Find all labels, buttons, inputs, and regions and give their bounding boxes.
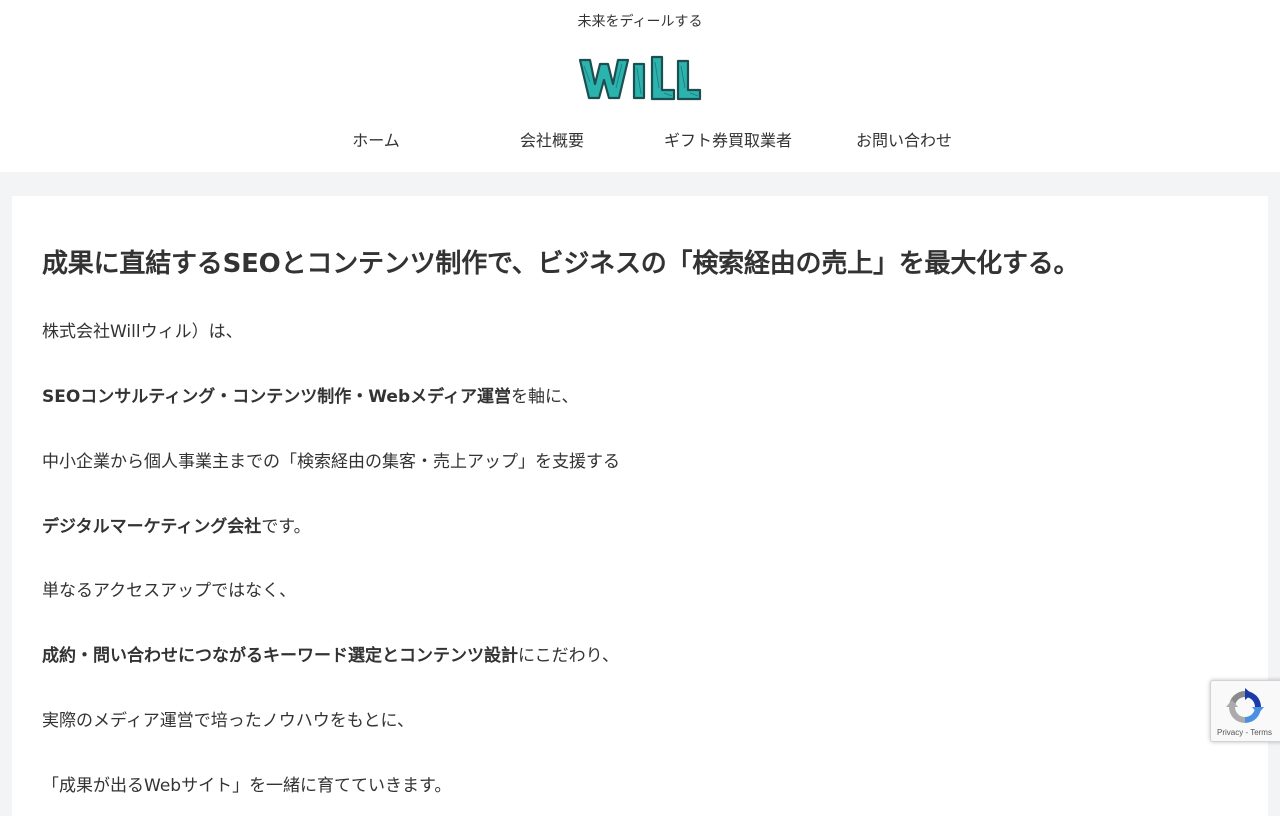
paragraph: デジタルマーケティング会社です。 (42, 512, 311, 537)
paragraph-text: 株式会社Willウィル）は、 (42, 322, 243, 342)
paragraph-bold: デジタルマーケティング会社 (42, 517, 262, 537)
nav-item-company[interactable]: 会社概要 (464, 122, 640, 162)
paragraph-text: を軸に、 (510, 387, 579, 407)
recaptcha-terms[interactable]: Privacy - Terms (1217, 728, 1272, 737)
paragraph: SEOコンサルティング・コンテンツ制作・Webメディア運営を軸に、 (42, 382, 578, 407)
global-nav: ホーム 会社概要 ギフト券買取業者 お問い合わせ (288, 122, 992, 162)
nav-item-home[interactable]: ホーム (288, 122, 464, 162)
paragraph-text: 単なるアクセスアップではなく、 (42, 581, 297, 601)
paragraph: 中小企業から個人事業主までの「検索経由の集客・売上アップ」を支援する (42, 447, 620, 472)
paragraph: 単なるアクセスアップではなく、 (42, 576, 296, 601)
paragraph-text: 実際のメディア運営で培ったノウハウをもとに、 (42, 711, 414, 731)
site-header: 未来をディールする ホーム 会社概要 ギフト券買取業者 お問い合わせ (0, 0, 1280, 172)
paragraph-text: 「成果が出るWebサイト」を一緒に育てていきます。 (42, 776, 452, 796)
paragraph: 成約・問い合わせにつながるキーワード選定とコンテンツ設計にこだわり、 (42, 641, 619, 666)
paragraph: 実際のメディア運営で培ったノウハウをもとに、 (42, 706, 414, 731)
recaptcha-icon (1226, 688, 1264, 723)
paragraph-text: にこだわり、 (518, 646, 619, 666)
paragraph-bold: SEOコンサルティング・コンテンツ制作・Webメディア運営 (42, 387, 511, 407)
page-headline: 成果に直結するSEOとコンテンツ制作で、ビジネスの「検索経由の売上」を最大化する… (42, 249, 1080, 279)
paragraph-text: です。 (261, 517, 311, 537)
recaptcha-badge[interactable]: Privacy - Terms (1210, 680, 1280, 742)
site-tagline: 未来をディールする (577, 14, 703, 30)
nav-item-gift-buyers[interactable]: ギフト券買取業者 (640, 122, 816, 162)
will-logo-icon (578, 55, 702, 101)
paragraph-bold: 成約・問い合わせにつながるキーワード選定とコンテンツ設計 (42, 646, 518, 666)
main-content: 成果に直結するSEOとコンテンツ制作で、ビジネスの「検索経由の売上」を最大化する… (12, 196, 1268, 816)
nav-item-contact[interactable]: お問い合わせ (816, 122, 992, 162)
paragraph-text: 中小企業から個人事業主までの「検索経由の集客・売上アップ」を支援する (42, 452, 620, 472)
paragraph: 株式会社Willウィル）は、 (42, 317, 243, 342)
site-logo[interactable] (578, 52, 702, 104)
paragraph: 「成果が出るWebサイト」を一緒に育てていきます。 (42, 771, 451, 796)
